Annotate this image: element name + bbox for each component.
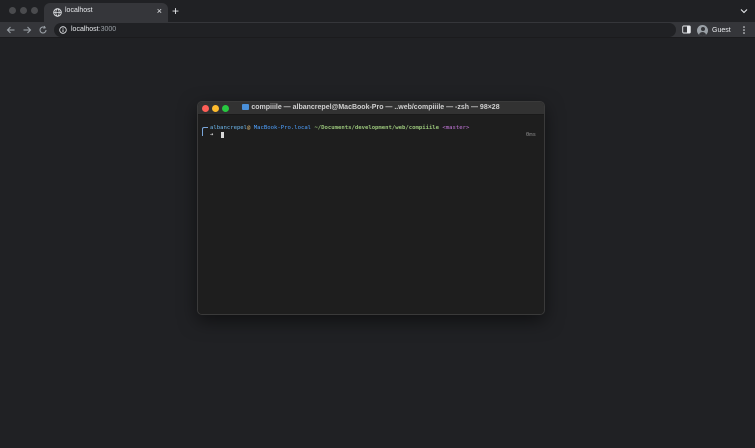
window-zoom-button[interactable] (31, 7, 38, 14)
forward-arrow-icon[interactable] (22, 25, 32, 35)
prompt-line: albancrepel@ MacBook-Pro.local ~/Documen… (210, 125, 469, 131)
browser-toolbar: localhost:3000 Guest (0, 22, 755, 38)
folder-icon (242, 104, 250, 110)
info-icon[interactable] (59, 26, 67, 34)
terminal-title-text: compiiile — albancrepel@MacBook-Pro — ..… (251, 104, 500, 111)
window-minimize-button[interactable] (20, 7, 27, 14)
page-viewport: compiiile — albancrepel@MacBook-Pro — ..… (0, 38, 755, 448)
url-host: localhost (71, 26, 99, 33)
prompt-host: MacBook-Pro.local (253, 125, 312, 131)
chevron-down-icon[interactable] (740, 7, 748, 15)
prompt-at: @ (247, 125, 251, 131)
terminal-titlebar[interactable]: compiiile — albancrepel@MacBook-Pro — ..… (198, 102, 544, 115)
close-icon[interactable]: × (157, 6, 162, 16)
tab-title: localhost (65, 7, 93, 14)
profile-name: Guest (712, 26, 731, 34)
window-close-button[interactable] (9, 7, 16, 14)
url-port: :3000 (98, 26, 117, 33)
address-bar[interactable]: localhost:3000 (54, 23, 676, 37)
reload-icon[interactable] (38, 25, 48, 35)
prompt-user: albancrepel (210, 125, 248, 131)
kebab-menu-icon[interactable] (741, 25, 747, 35)
globe-icon (53, 8, 62, 17)
url-text: localhost:3000 (71, 26, 116, 33)
tab-strip: localhost × + (0, 0, 755, 22)
prompt-branch: <master> (442, 125, 470, 131)
new-tab-button[interactable]: + (172, 4, 179, 18)
terminal-cursor (221, 132, 224, 138)
prompt-arrow: ➜ (210, 132, 214, 138)
side-panel-icon[interactable] (682, 25, 691, 34)
prompt-path: ~/Documents/development/web/compiiile (314, 125, 440, 131)
browser-tab[interactable]: localhost × (44, 3, 168, 22)
terminal-body[interactable]: albancrepel@ MacBook-Pro.local ~/Documen… (198, 115, 544, 314)
profile-button[interactable]: Guest (697, 23, 731, 37)
terminal-title: compiiile — albancrepel@MacBook-Pro — ..… (198, 104, 544, 111)
prompt-bracket (202, 127, 208, 136)
terminal-window[interactable]: compiiile — albancrepel@MacBook-Pro — ..… (197, 101, 545, 315)
elapsed-time: 0ms (525, 132, 536, 138)
back-arrow-icon[interactable] (6, 25, 16, 35)
avatar (697, 24, 708, 36)
